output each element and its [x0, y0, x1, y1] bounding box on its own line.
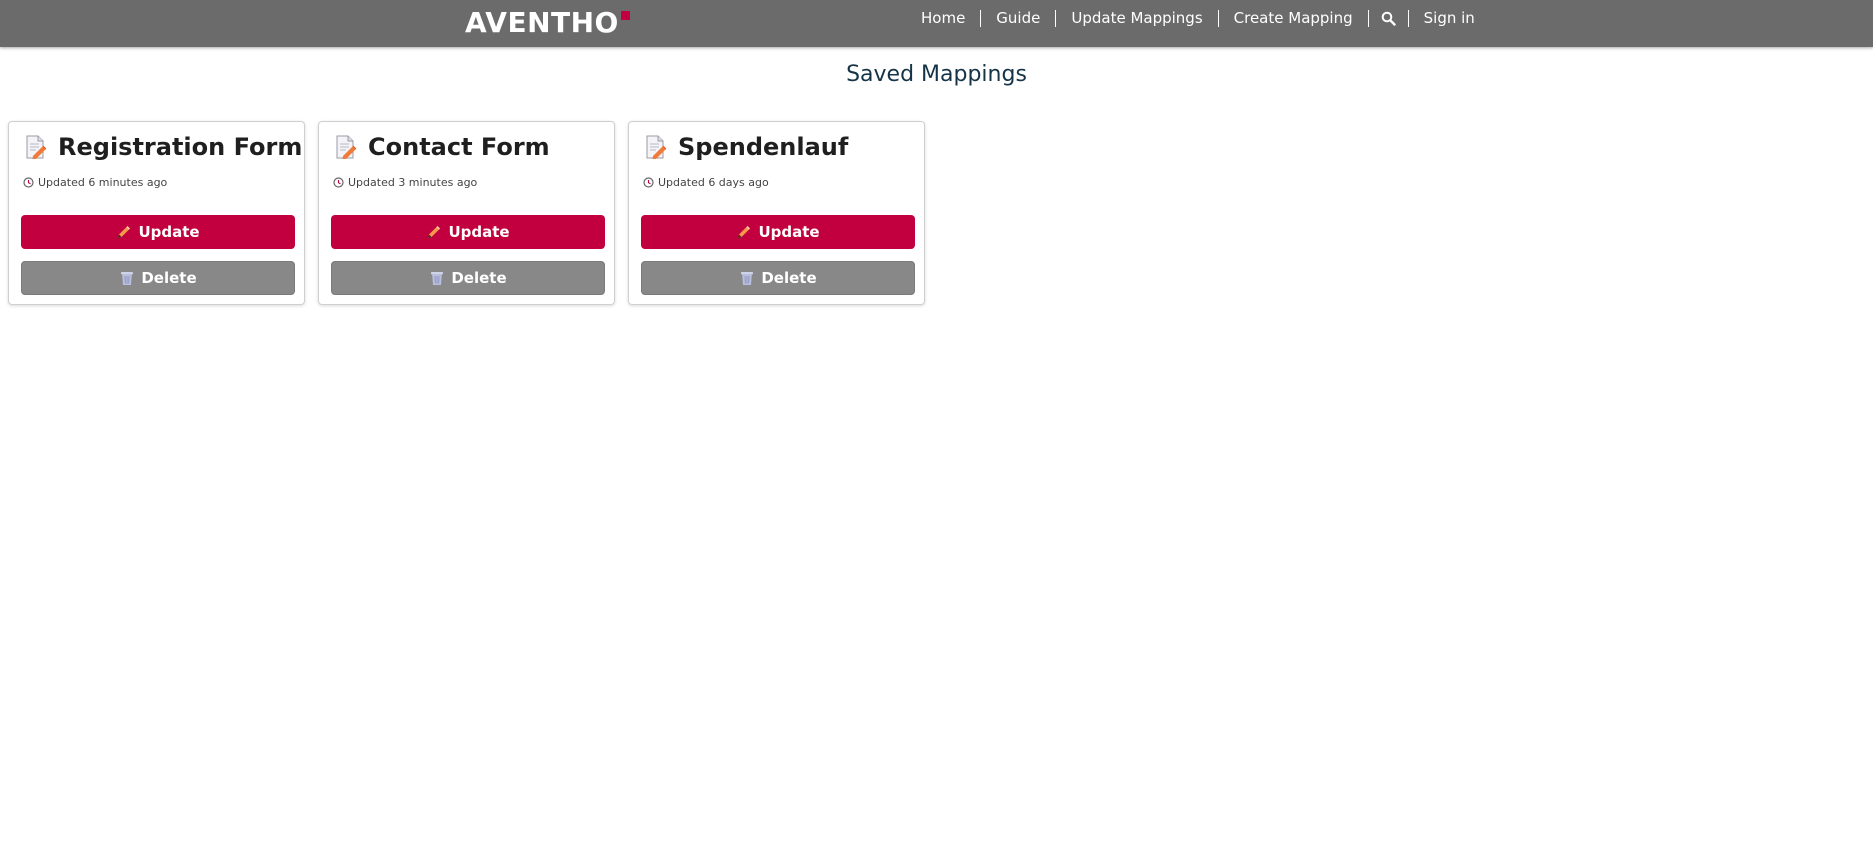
nav-sign-in[interactable]: Sign in [1409, 9, 1490, 27]
update-button[interactable]: Update [331, 215, 605, 249]
card-header: Registration Form [25, 132, 302, 162]
card-title: Spendenlauf [678, 133, 849, 161]
card-header: Spendenlauf [645, 132, 848, 162]
nav-update-mappings[interactable]: Update Mappings [1056, 9, 1217, 27]
mapping-card: Spendenlauf Updated 6 days ago Update De… [628, 121, 925, 305]
card-updated: Updated 3 minutes ago [333, 176, 477, 189]
page-title: Saved Mappings [846, 62, 1027, 87]
update-button[interactable]: Update [641, 215, 915, 249]
clock-icon [23, 177, 34, 188]
pencil-icon [738, 226, 751, 238]
card-header: Contact Form [335, 132, 550, 162]
mapping-card: Contact Form Updated 3 minutes ago Updat… [318, 121, 615, 305]
trash-icon [431, 272, 444, 285]
clock-icon [333, 177, 344, 188]
mapping-card: Registration Form Updated 6 minutes ago … [8, 121, 305, 305]
update-button-label: Update [758, 223, 820, 241]
nav-create-mapping[interactable]: Create Mapping [1219, 9, 1368, 27]
pencil-icon [118, 226, 131, 238]
update-button-label: Update [448, 223, 510, 241]
search-button[interactable] [1369, 11, 1408, 26]
update-button-label: Update [138, 223, 200, 241]
trash-icon [121, 272, 134, 285]
pencil-icon [428, 226, 441, 238]
card-updated-text: Updated 6 minutes ago [38, 176, 168, 189]
card-updated: Updated 6 days ago [643, 176, 769, 189]
nav-guide[interactable]: Guide [981, 9, 1055, 27]
top-navigation-bar: AVENTHO Home Guide Update Mappings Creat… [0, 0, 1873, 47]
logo[interactable]: AVENTHO [465, 6, 630, 40]
card-updated-text: Updated 3 minutes ago [348, 176, 478, 189]
nav-home[interactable]: Home [906, 9, 980, 27]
document-edit-icon [336, 135, 357, 159]
logo-mark-icon [620, 11, 630, 20]
trash-icon [741, 272, 754, 285]
clock-icon [643, 177, 654, 188]
update-button[interactable]: Update [21, 215, 295, 249]
delete-button-label: Delete [761, 269, 817, 287]
main-nav: Home Guide Update Mappings Create Mappin… [906, 0, 1490, 36]
card-title: Registration Form [58, 133, 303, 161]
delete-button[interactable]: Delete [21, 261, 295, 295]
delete-button[interactable]: Delete [331, 261, 605, 295]
card-updated: Updated 6 minutes ago [23, 176, 167, 189]
card-updated-text: Updated 6 days ago [658, 176, 769, 189]
card-title: Contact Form [368, 133, 550, 161]
delete-button-label: Delete [451, 269, 507, 287]
logo-text: AVENTHO [465, 6, 619, 39]
mapping-cards: Registration Form Updated 6 minutes ago … [8, 121, 938, 305]
search-icon [1381, 11, 1396, 26]
document-edit-icon [26, 135, 47, 159]
document-edit-icon [646, 135, 667, 159]
delete-button[interactable]: Delete [641, 261, 915, 295]
delete-button-label: Delete [141, 269, 197, 287]
